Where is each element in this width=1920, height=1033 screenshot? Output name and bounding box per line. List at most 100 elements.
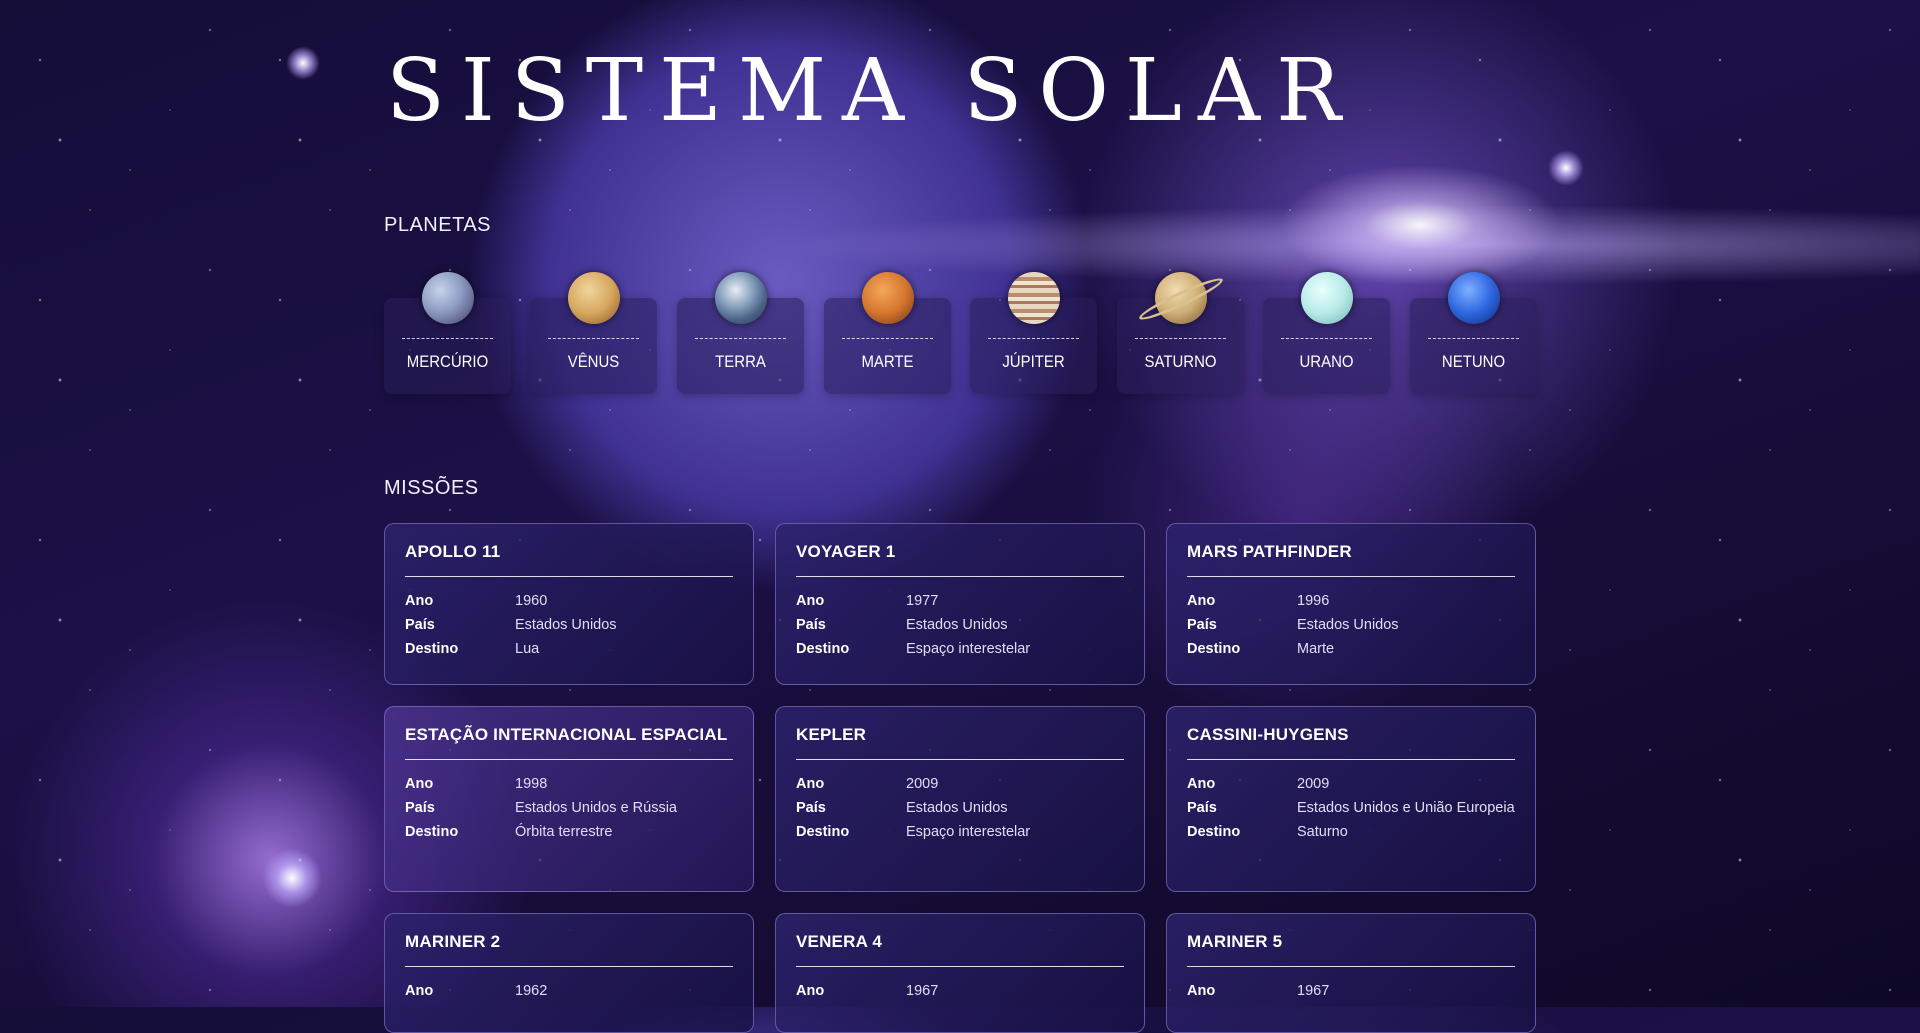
mission-year: 2009 bbox=[906, 776, 939, 792]
year-label: Ano bbox=[796, 593, 825, 609]
mission-card-cassini-huygens[interactable]: CASSINI-HUYGENS Ano 2009 País Estados Unid… bbox=[1166, 706, 1536, 892]
mission-title: MARINER 5 bbox=[1187, 932, 1515, 967]
destination-label: Destino bbox=[796, 824, 850, 840]
mission-country: Estados Unidos e União Europeia bbox=[1297, 800, 1515, 816]
mission-year-row: Ano 1960 bbox=[405, 589, 733, 613]
planet-divider bbox=[842, 338, 933, 339]
mission-card-apollo-11[interactable]: APOLLO 11 Ano 1960 País Estados Unidos Des… bbox=[384, 523, 754, 685]
planets-section-title: PLANETAS bbox=[384, 214, 491, 236]
venus-icon bbox=[568, 272, 620, 324]
mission-country-row: País Estados Unidos bbox=[796, 796, 1124, 820]
country-label: País bbox=[796, 617, 826, 633]
mission-card-venera-4[interactable]: VENERA 4 Ano 1967 bbox=[775, 913, 1145, 1033]
year-label: Ano bbox=[1187, 776, 1216, 792]
mission-title: VOYAGER 1 bbox=[796, 542, 1124, 577]
country-label: País bbox=[1187, 800, 1217, 816]
country-label: País bbox=[796, 800, 826, 816]
mission-destination: Órbita terrestre bbox=[515, 824, 613, 840]
planet-divider bbox=[1135, 338, 1226, 339]
planet-name: TERRA bbox=[715, 352, 766, 371]
mission-country-row: País Estados Unidos bbox=[405, 613, 733, 637]
mission-destination-row: Destino Marte bbox=[1187, 637, 1515, 661]
planet-divider bbox=[695, 338, 786, 339]
mission-year-row: Ano 1996 bbox=[1187, 589, 1515, 613]
mission-destination-row: Destino Espaço interestelar bbox=[796, 820, 1124, 844]
mission-destination: Lua bbox=[515, 641, 540, 657]
mission-destination-row: Destino Órbita terrestre bbox=[405, 820, 733, 844]
mission-year: 1967 bbox=[906, 983, 939, 999]
mission-card-mariner-2[interactable]: MARINER 2 Ano 1962 bbox=[384, 913, 754, 1033]
planet-divider bbox=[1281, 338, 1372, 339]
mission-country: Estados Unidos bbox=[515, 617, 617, 633]
planet-name: URANO bbox=[1299, 352, 1354, 371]
destination-label: Destino bbox=[1187, 824, 1241, 840]
neptune-icon bbox=[1448, 272, 1500, 324]
mission-destination-row: Destino Lua bbox=[405, 637, 733, 661]
year-label: Ano bbox=[796, 776, 825, 792]
mission-destination: Espaço interestelar bbox=[906, 824, 1031, 840]
mission-card-voyager-1[interactable]: VOYAGER 1 Ano 1977 País Estados Unidos Des… bbox=[775, 523, 1145, 685]
mission-country: Estados Unidos e Rússia bbox=[515, 800, 677, 816]
mission-year-row: Ano 1962 bbox=[405, 979, 733, 1003]
mission-country: Estados Unidos bbox=[906, 800, 1008, 816]
mission-country-row: País Estados Unidos e Rússia bbox=[405, 796, 733, 820]
uranus-icon bbox=[1301, 272, 1353, 324]
mission-year-row: Ano 1977 bbox=[796, 589, 1124, 613]
mission-card-mars-pathfinder[interactable]: MARS PATHFINDER Ano 1996 País Estados Unid… bbox=[1166, 523, 1536, 685]
earth-icon bbox=[715, 272, 767, 324]
mission-year: 1967 bbox=[1297, 983, 1330, 999]
year-label: Ano bbox=[405, 983, 434, 999]
planet-divider bbox=[1428, 338, 1519, 339]
mission-card-mariner-5[interactable]: MARINER 5 Ano 1967 bbox=[1166, 913, 1536, 1033]
planet-card-mars[interactable]: MARTE bbox=[824, 270, 951, 394]
planet-card-earth[interactable]: TERRA bbox=[677, 270, 804, 394]
bright-star bbox=[1548, 150, 1584, 186]
country-label: País bbox=[405, 800, 435, 816]
destination-label: Destino bbox=[1187, 641, 1241, 657]
mission-country-row: País Estados Unidos bbox=[796, 613, 1124, 637]
bright-star bbox=[262, 848, 322, 908]
mercury-icon bbox=[422, 272, 474, 324]
country-label: País bbox=[405, 617, 435, 633]
mars-icon bbox=[862, 272, 914, 324]
mission-card-kepler[interactable]: KEPLER Ano 2009 País Estados Unidos Destin… bbox=[775, 706, 1145, 892]
mission-year: 1996 bbox=[1297, 593, 1330, 609]
mission-title: ESTAÇÃO INTERNACIONAL ESPACIAL bbox=[405, 725, 733, 760]
planet-divider bbox=[548, 338, 639, 339]
planet-name: JÚPITER bbox=[1002, 352, 1065, 371]
mission-title: CASSINI-HUYGENS bbox=[1187, 725, 1515, 760]
planet-card-venus[interactable]: VÊNUS bbox=[530, 270, 657, 394]
mission-destination: Saturno bbox=[1297, 824, 1348, 840]
mission-year-row: Ano 1967 bbox=[796, 979, 1124, 1003]
planet-card-mercury[interactable]: MERCÚRIO bbox=[384, 270, 511, 394]
year-label: Ano bbox=[1187, 983, 1216, 999]
mission-year: 1977 bbox=[906, 593, 939, 609]
missions-section-title: MISSÕES bbox=[384, 477, 479, 499]
mission-destination: Espaço interestelar bbox=[906, 641, 1031, 657]
year-label: Ano bbox=[405, 593, 434, 609]
mission-year: 1962 bbox=[515, 983, 548, 999]
planet-card-neptune[interactable]: NETUNO bbox=[1410, 270, 1537, 394]
mission-title: APOLLO 11 bbox=[405, 542, 733, 577]
mission-card-iss[interactable]: ESTAÇÃO INTERNACIONAL ESPACIAL Ano 1998 P… bbox=[384, 706, 754, 892]
mission-year-row: Ano 2009 bbox=[1187, 772, 1515, 796]
mission-country: Estados Unidos bbox=[906, 617, 1008, 633]
planet-card-uranus[interactable]: URANO bbox=[1263, 270, 1390, 394]
planet-card-saturn[interactable]: SATURNO bbox=[1117, 270, 1244, 394]
mission-year: 1998 bbox=[515, 776, 548, 792]
mission-destination-row: Destino Saturno bbox=[1187, 820, 1515, 844]
mission-title: MARS PATHFINDER bbox=[1187, 542, 1515, 577]
planet-name: SATURNO bbox=[1144, 352, 1217, 371]
country-label: País bbox=[1187, 617, 1217, 633]
mission-destination: Marte bbox=[1297, 641, 1335, 657]
year-label: Ano bbox=[796, 983, 825, 999]
planet-name: MERCÚRIO bbox=[406, 352, 489, 371]
planet-card-jupiter[interactable]: JÚPITER bbox=[970, 270, 1097, 394]
mission-title: VENERA 4 bbox=[796, 932, 1124, 967]
mission-year: 2009 bbox=[1297, 776, 1330, 792]
mission-title: MARINER 2 bbox=[405, 932, 733, 967]
destination-label: Destino bbox=[405, 641, 459, 657]
jupiter-icon bbox=[1008, 272, 1060, 324]
mission-year: 1960 bbox=[515, 593, 548, 609]
planet-divider bbox=[402, 338, 493, 339]
